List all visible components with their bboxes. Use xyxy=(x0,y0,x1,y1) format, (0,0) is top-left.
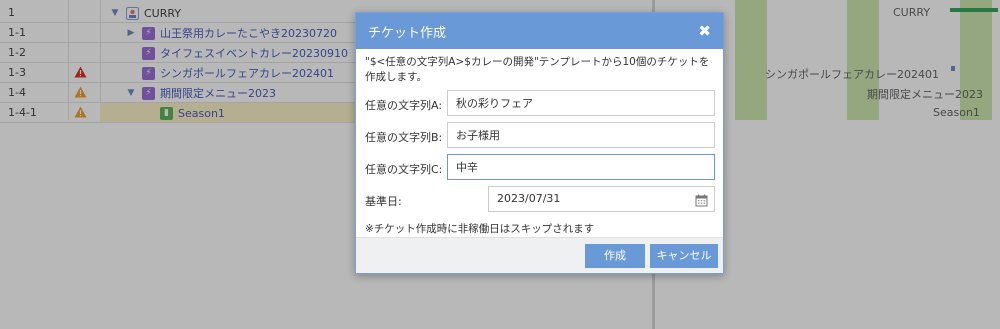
string-a-input[interactable] xyxy=(447,90,715,116)
calendar-icon[interactable] xyxy=(695,192,708,207)
dialog-body: "$<任意の文字列A>$カレーの開発"テンプレートから10個のチケットを作成しま… xyxy=(356,49,723,236)
field-row-a: 任意の文字列A: xyxy=(365,89,715,121)
dialog-description: "$<任意の文字列A>$カレーの開発"テンプレートから10個のチケットを作成しま… xyxy=(365,56,710,83)
field-label-c: 任意の文字列C: xyxy=(365,163,443,176)
string-b-input[interactable] xyxy=(447,122,715,148)
skip-note: ※チケット作成時に非稼働日はスキップされます xyxy=(365,223,595,235)
base-date-value: 2023/07/31 xyxy=(497,192,561,205)
dialog-footer: 作成 キャンセル xyxy=(356,237,723,273)
ticket-create-dialog: チケット作成 ✖ "$<任意の文字列A>$カレーの開発"テンプレートから10個の… xyxy=(355,12,724,274)
field-row-date: 基準日: 2023/07/31 xyxy=(365,185,715,217)
field-row-b: 任意の文字列B: xyxy=(365,121,715,153)
dialog-header: チケット作成 ✖ xyxy=(356,13,723,49)
close-icon[interactable]: ✖ xyxy=(698,22,711,40)
field-label-b: 任意の文字列B: xyxy=(365,131,443,144)
field-label-a: 任意の文字列A: xyxy=(365,99,443,112)
create-button[interactable]: 作成 xyxy=(585,244,645,268)
base-date-input[interactable]: 2023/07/31 xyxy=(488,186,715,212)
cancel-button[interactable]: キャンセル xyxy=(650,244,718,268)
field-row-c: 任意の文字列C: xyxy=(365,153,715,185)
string-c-input[interactable] xyxy=(447,154,715,180)
dialog-title: チケット作成 xyxy=(368,25,447,41)
date-label: 基準日: xyxy=(365,195,402,208)
